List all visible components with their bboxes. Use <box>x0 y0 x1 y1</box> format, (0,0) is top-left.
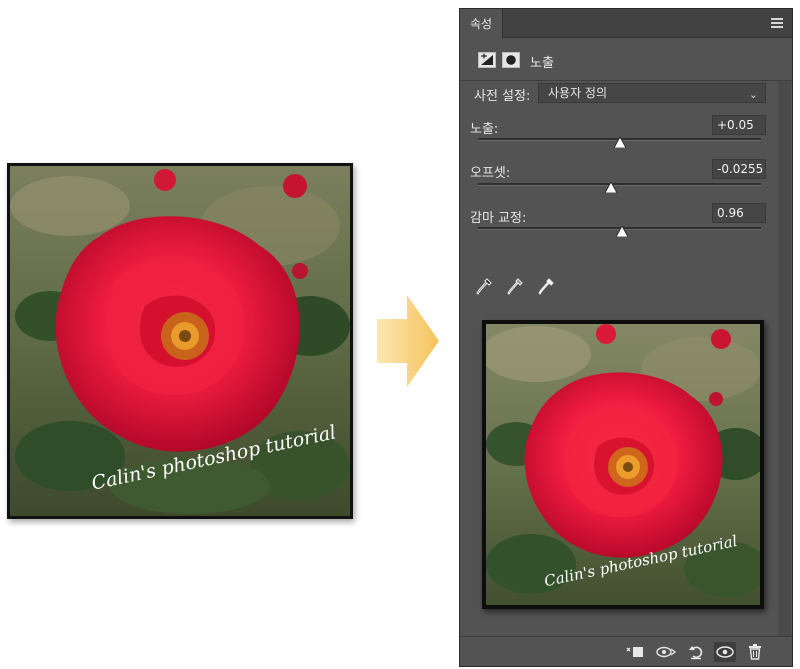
adjustment-header: 노출 <box>460 39 792 81</box>
preset-value: 사용자 정의 <box>548 86 608 100</box>
exposure-slider[interactable] <box>478 137 761 148</box>
reset-icon[interactable] <box>685 642 707 662</box>
clip-to-layer-icon[interactable] <box>624 642 646 662</box>
chevron-down-icon: ⌄ <box>748 88 758 101</box>
offset-slider[interactable] <box>478 182 761 193</box>
panel-bottom-toolbar <box>460 636 792 666</box>
panel-scrollbar[interactable] <box>778 81 791 636</box>
exposure-slider-thumb[interactable] <box>613 137 626 148</box>
gamma-slider[interactable] <box>478 226 761 237</box>
panel-tab-bar: 속성 <box>460 9 792 38</box>
adjustment-title: 노출 <box>530 56 554 71</box>
gray-point-eyedropper-icon[interactable] <box>506 277 524 297</box>
trash-icon[interactable] <box>744 642 766 662</box>
adjusted-preview-photo: Calin's photoshop tutorial <box>482 320 764 609</box>
exposure-label: 노출: <box>470 122 499 137</box>
tab-properties[interactable]: 속성 <box>460 9 503 38</box>
gamma-label: 감마 교정: <box>470 211 527 226</box>
offset-label: 오프셋: <box>470 166 511 181</box>
visibility-eye-icon[interactable] <box>714 642 736 662</box>
exposure-input[interactable]: +0.05 <box>712 115 766 135</box>
panel-menu-icon[interactable] <box>771 18 783 28</box>
original-photo: Calin's photoshop tutorial <box>7 163 353 519</box>
view-previous-state-icon[interactable] <box>655 642 677 662</box>
preset-dropdown[interactable]: 사용자 정의 ⌄ <box>538 83 766 103</box>
preset-label: 사전 설정: <box>474 89 531 104</box>
gamma-slider-thumb[interactable] <box>616 226 629 237</box>
adjustment-layer-icon[interactable] <box>478 52 496 68</box>
offset-slider-thumb[interactable] <box>605 182 617 193</box>
properties-panel: 속성 노출 사전 설정: 사용자 정의 ⌄ 노출: +0.05 오프셋: -0.… <box>459 8 793 667</box>
black-point-eyedropper-icon[interactable] <box>475 277 493 297</box>
gamma-input[interactable]: 0.96 <box>712 203 766 223</box>
offset-input[interactable]: -0.0255 <box>712 159 766 179</box>
arrow-icon <box>377 295 439 387</box>
layer-mask-icon[interactable] <box>502 52 520 68</box>
white-point-eyedropper-icon[interactable] <box>537 277 555 297</box>
